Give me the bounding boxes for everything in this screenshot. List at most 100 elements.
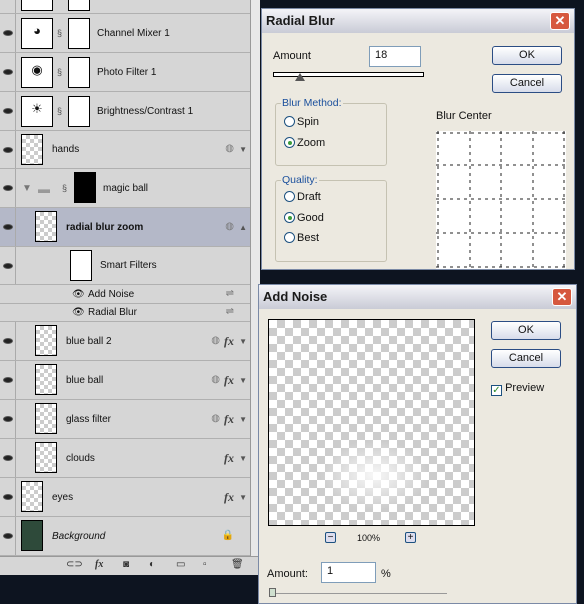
preview-checkbox[interactable]: ✓ Preview [491, 382, 544, 396]
link-icon[interactable]: ⊂⊃ [66, 559, 83, 570]
layer-row[interactable]: ◉ § Photo Filter 1 [0, 53, 250, 92]
brightness-contrast-icon: ☀ [21, 96, 53, 127]
filter-eye-icon[interactable]: 👁 [72, 289, 85, 300]
radio-good[interactable]: Good [284, 212, 324, 224]
visibility-eye-icon[interactable] [0, 131, 16, 168]
layers-toolbar: ⊂⊃ fx ◙ ◐ ▭ ▫ 🗑 [0, 556, 260, 575]
layer-row[interactable]: 👁 ⇌ Radial Blur [0, 304, 250, 322]
visibility-eye-icon[interactable] [0, 517, 16, 555]
amount-input[interactable]: 18 [369, 46, 421, 67]
preview-glow [319, 440, 429, 510]
zoom-out-button[interactable]: − [325, 532, 336, 543]
zoom-in-button[interactable]: + [405, 532, 416, 543]
ok-button[interactable]: OK [492, 46, 562, 65]
filter-mask-thumbnail [70, 250, 92, 281]
visibility-eye-icon[interactable] [0, 361, 16, 399]
layer-row[interactable]: ▼ ▬ § magic ball [0, 169, 250, 208]
folder-icon[interactable]: ▭ [176, 559, 185, 570]
layer-row[interactable]: blue ball 2 fx ◍ ▼ [0, 322, 250, 361]
expand-arrow-icon[interactable]: ▼ [239, 493, 247, 502]
layer-row[interactable]: eyes fx ▼ [0, 478, 250, 517]
layer-thumbnail [35, 211, 57, 242]
layer-name: radial blur zoom [66, 221, 144, 233]
visibility-eye-icon[interactable] [0, 247, 16, 284]
mask-thumbnail [68, 96, 90, 127]
layer-row[interactable]: 👁 ⇌ Add Noise [0, 285, 250, 304]
fx-icon[interactable]: fx [95, 559, 103, 570]
photo-filter-icon: ◉ [21, 57, 53, 88]
layer-row[interactable]: radial blur zoom ◍ ▲ [0, 208, 250, 247]
zoom-level: 100% [357, 533, 381, 543]
link-icon[interactable]: § [57, 67, 62, 77]
trash-icon[interactable]: 🗑 [231, 559, 244, 570]
expand-arrow-icon[interactable]: ▼ [239, 454, 247, 463]
amount-input[interactable]: 1 [321, 562, 376, 583]
layer-thumbnail [21, 520, 43, 551]
link-icon[interactable]: § [62, 183, 67, 193]
layer-name: eyes [52, 491, 74, 503]
layer-name: blue ball 2 [66, 335, 112, 347]
fx-icon[interactable]: fx [224, 490, 234, 505]
radio-best[interactable]: Best [284, 232, 319, 244]
visibility-eye-icon[interactable] [0, 439, 16, 477]
layer-row[interactable]: ◕ § Channel Mixer 1 [0, 14, 250, 53]
visibility-eye-icon[interactable] [0, 322, 16, 360]
expand-arrow-icon[interactable]: ▼ [239, 376, 247, 385]
close-button[interactable]: ✕ [552, 288, 572, 306]
amount-slider[interactable] [269, 593, 447, 594]
visibility-eye-icon[interactable] [0, 53, 16, 91]
filter-eye-icon[interactable]: 👁 [72, 307, 85, 318]
noise-preview[interactable] [268, 319, 475, 526]
layer-name: clouds [66, 452, 95, 464]
blur-center-preview[interactable] [436, 131, 566, 269]
blending-options-icon[interactable]: ⇌ [226, 288, 234, 299]
layer-name: Photo Filter 1 [97, 66, 157, 78]
expand-arrow-icon[interactable]: ▼ [239, 415, 247, 424]
layer-row-partial[interactable] [0, 0, 250, 14]
radio-spin[interactable]: Spin [284, 116, 319, 128]
channel-mixer-icon: ◕ [21, 18, 53, 49]
link-icon[interactable]: § [57, 28, 62, 38]
layer-thumbnail [21, 481, 43, 512]
blending-options-icon[interactable]: ⇌ [226, 306, 234, 317]
close-button[interactable]: ✕ [550, 12, 570, 30]
expand-triangle-icon[interactable]: ▼ [22, 183, 32, 194]
layer-row[interactable]: Background 🔒 [0, 517, 250, 556]
preview-label: Preview [505, 382, 545, 394]
fx-icon[interactable]: fx [224, 334, 234, 349]
fx-icon[interactable]: fx [224, 373, 234, 388]
new-layer-icon[interactable]: ▫ [203, 559, 207, 570]
collapse-arrow-icon[interactable]: ▲ [239, 223, 247, 232]
expand-arrow-icon[interactable]: ▼ [239, 337, 247, 346]
visibility-eye-icon[interactable] [0, 169, 16, 207]
layer-row[interactable]: blue ball fx ◍ ▼ [0, 361, 250, 400]
layer-row[interactable]: hands ◍ ▼ [0, 131, 250, 169]
radio-draft[interactable]: Draft [284, 191, 321, 203]
expand-arrow-icon[interactable]: ▼ [239, 145, 247, 154]
visibility-eye-icon[interactable] [0, 92, 16, 130]
layer-name: blue ball [66, 374, 104, 386]
adjustment-icon[interactable]: ◐ [149, 559, 155, 570]
visibility-eye-icon[interactable] [0, 14, 16, 52]
mask-thumbnail [74, 172, 96, 203]
visibility-eye-icon[interactable] [0, 400, 16, 438]
layer-name: Channel Mixer 1 [97, 27, 170, 39]
ok-button[interactable]: OK [491, 321, 561, 340]
layer-row[interactable]: ☀ § Brightness/Contrast 1 [0, 92, 250, 131]
layer-row[interactable]: glass filter fx ◍ ▼ [0, 400, 250, 439]
blur-center-label: Blur Center [436, 110, 492, 122]
visibility-eye-icon[interactable] [0, 208, 16, 246]
visibility-eye-icon[interactable] [0, 0, 16, 13]
radio-zoom[interactable]: Zoom [284, 137, 325, 149]
mask-icon[interactable]: ◙ [123, 559, 129, 570]
layer-row[interactable]: clouds fx ▼ [0, 439, 250, 478]
cancel-button[interactable]: Cancel [491, 349, 561, 368]
fx-icon[interactable]: fx [224, 451, 234, 466]
link-icon[interactable]: § [57, 106, 62, 116]
amount-slider-thumb[interactable] [269, 588, 276, 597]
cancel-button[interactable]: Cancel [492, 74, 562, 93]
layer-row[interactable]: Smart Filters [0, 247, 250, 285]
fx-icon[interactable]: fx [224, 412, 234, 427]
visibility-eye-icon[interactable] [0, 478, 16, 516]
amount-slider-thumb[interactable] [295, 73, 305, 81]
